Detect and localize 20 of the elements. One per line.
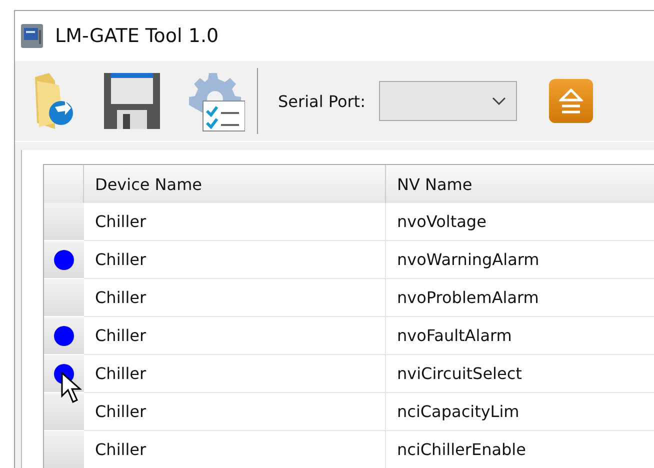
- cursor-icon: [61, 372, 83, 404]
- column-header[interactable]: NV Name: [386, 165, 654, 203]
- app-icon: [19, 22, 45, 50]
- column-header[interactable]: Device Name: [84, 165, 386, 203]
- table-cell: Chiller: [84, 393, 386, 431]
- row-header[interactable]: [44, 317, 84, 355]
- eject-icon: [559, 88, 584, 114]
- row-header[interactable]: [44, 241, 84, 279]
- serial-port-label: Serial Port:: [278, 92, 366, 110]
- table-cell: Chiller: [84, 241, 386, 279]
- row-header[interactable]: [44, 393, 84, 431]
- eject-button[interactable]: [549, 79, 594, 123]
- table-cell: Chiller: [84, 355, 386, 393]
- window-title: LM-GATE Tool 1.0: [55, 25, 219, 47]
- table-cell: Chiller: [84, 279, 386, 317]
- save-icon[interactable]: [103, 72, 161, 130]
- table-cell: Chiller: [84, 203, 386, 241]
- header-corner: [44, 165, 84, 203]
- table-cell: Chiller: [84, 317, 386, 355]
- chevron-icon: [492, 97, 506, 105]
